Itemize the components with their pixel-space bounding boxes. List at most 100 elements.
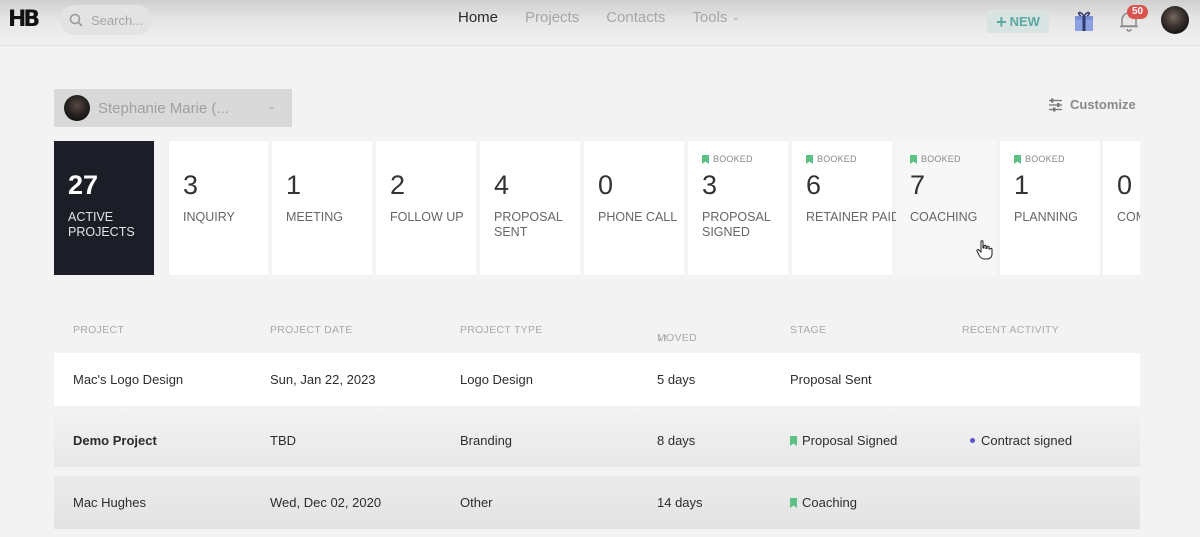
chevron-down-icon: ⌄ [267, 101, 276, 112]
bookmark-icon [790, 497, 797, 508]
stage-card-phone-call[interactable]: 0 PHONE CALL [584, 141, 684, 275]
cell-type: Logo Design [460, 372, 533, 387]
table-row[interactable]: Demo Project TBD Branding 8 days Proposa… [54, 414, 1140, 467]
stage-count: 3 [702, 170, 718, 200]
cell-stage-label: Coaching [802, 495, 857, 510]
cell-moved: 8 days [657, 433, 696, 448]
search-input[interactable] [91, 12, 147, 28]
stage-label: PROPOSAL SENT [494, 210, 563, 239]
stage-count: 1 [286, 170, 302, 200]
stage-label: PLANNING [1014, 210, 1078, 224]
bookmark-icon [1014, 154, 1021, 164]
column-header-stage[interactable]: STAGE [790, 324, 826, 336]
stage-count: 27 [68, 170, 99, 200]
member-avatar [64, 95, 90, 121]
stage-label: PROPOSAL SIGNED [702, 210, 771, 239]
bookmark-icon [910, 154, 917, 164]
booked-label: BOOKED [817, 154, 857, 164]
customize-button[interactable]: Customize [1048, 97, 1136, 112]
stage-card-proposal-sent[interactable]: 4 PROPOSAL SENT [480, 141, 580, 275]
cell-date: Sun, Jan 22, 2023 [270, 372, 376, 387]
nav-tools-label: Tools [692, 9, 728, 26]
booked-tag: BOOKED [806, 154, 857, 164]
top-navigation-bar: HB Home Projects Contacts Tools⌄ + NEW 5… [0, 0, 1200, 46]
cell-type: Other [460, 495, 493, 510]
booked-tag: BOOKED [702, 154, 753, 164]
column-header-recent-activity[interactable]: RECENT ACTIVITY [962, 324, 1059, 336]
cell-stage-label: Proposal Signed [802, 433, 898, 448]
cell-activity-label: Contract signed [981, 433, 1073, 448]
booked-tag: BOOKED [910, 154, 961, 164]
stage-label: MEETING [286, 210, 343, 224]
stage-count: 1 [1014, 170, 1030, 200]
customize-label: Customize [1070, 97, 1136, 112]
cell-stage: Proposal Signed [790, 433, 897, 448]
sort-arrows-icon[interactable]: ↓↑ [657, 332, 668, 344]
cell-project[interactable]: Demo Project [73, 433, 157, 448]
stage-card-meeting[interactable]: 1 MEETING [272, 141, 372, 275]
stage-card-retainer-paid[interactable]: BOOKED 6 RETAINER PAID [792, 141, 900, 275]
stage-label: ACTIVE PROJECTS [68, 210, 135, 239]
cell-project[interactable]: Mac's Logo Design [73, 372, 183, 387]
stage-count: 6 [806, 170, 822, 200]
activity-dot-icon [970, 438, 975, 443]
booked-label: BOOKED [713, 154, 753, 164]
honeybook-logo[interactable]: HB [8, 9, 42, 31]
stage-card-active-projects[interactable]: 27 ACTIVE PROJECTS [54, 141, 154, 275]
chevron-down-icon: ⌄ [731, 12, 740, 23]
bookmark-icon [790, 435, 797, 446]
column-header-project-date[interactable]: PROJECT DATE [270, 324, 353, 336]
nav-projects[interactable]: Projects [525, 9, 579, 26]
nav-projects-label: Projects [525, 9, 580, 26]
hand-cursor-icon [976, 240, 993, 260]
member-selector-value: Stephanie Marie (... [98, 99, 229, 117]
cell-date: Wed, Dec 02, 2020 [270, 495, 382, 510]
stage-label: RETAINER PAID [806, 210, 900, 224]
bookmark-icon [806, 154, 813, 164]
new-button[interactable]: + NEW [987, 10, 1049, 33]
stage-count: 3 [183, 170, 199, 200]
stage-count: 7 [910, 170, 926, 200]
user-avatar[interactable] [1161, 6, 1189, 34]
column-header-project-type[interactable]: PROJECT TYPE [460, 324, 543, 336]
stage-card-partial[interactable]: 0 COM [1103, 141, 1140, 275]
notification-badge: 50 [1127, 5, 1149, 19]
stage-label: FOLLOW UP [390, 210, 464, 224]
cell-stage: Coaching [790, 495, 857, 510]
stage-card-inquiry[interactable]: 3 INQUIRY [169, 141, 268, 275]
stage-count: 2 [390, 170, 406, 200]
team-member-selector[interactable]: Stephanie Marie (... ⌄ [54, 89, 292, 127]
cell-activity: Contract signed [970, 433, 1072, 448]
nav-home[interactable]: Home [458, 9, 498, 26]
gift-icon[interactable] [1073, 10, 1095, 32]
main-nav: Home Projects Contacts Tools ⌄ [458, 9, 767, 26]
search-box[interactable] [60, 5, 152, 35]
table-row[interactable]: Mac's Logo Design Sun, Jan 22, 2023 Logo… [54, 353, 1140, 406]
booked-tag: BOOKED [1014, 154, 1065, 164]
cell-date: TBD [270, 433, 296, 448]
cell-moved: 5 days [657, 372, 696, 387]
column-header-project[interactable]: PROJECT [73, 324, 124, 336]
bookmark-icon [702, 154, 709, 164]
nav-tools[interactable]: Tools ⌄ [692, 9, 739, 26]
search-icon [69, 13, 83, 27]
booked-label: BOOKED [1025, 154, 1065, 164]
nav-contacts-label: Contacts [606, 9, 666, 26]
cell-project[interactable]: Mac Hughes [73, 495, 146, 510]
stage-card-follow-up[interactable]: 2 FOLLOW UP [376, 141, 476, 275]
stage-label: COM [1117, 210, 1140, 224]
stage-label: INQUIRY [183, 210, 235, 224]
stage-count: 4 [494, 170, 510, 200]
sliders-icon [1049, 98, 1062, 111]
new-button-label: NEW [1009, 14, 1040, 29]
stage-card-planning[interactable]: BOOKED 1 PLANNING [1000, 141, 1100, 275]
table-row[interactable]: Mac Hughes Wed, Dec 02, 2020 Other 14 da… [54, 476, 1140, 529]
projects-table-header: PROJECT PROJECT DATE PROJECT TYPE MOVED … [54, 316, 1140, 344]
stage-card-proposal-signed[interactable]: BOOKED 3 PROPOSAL SIGNED [688, 141, 788, 275]
nav-home-label: Home [458, 9, 499, 26]
stage-label: COACHING [910, 210, 978, 224]
stage-count: 0 [1117, 170, 1133, 200]
nav-contacts[interactable]: Contacts [606, 9, 665, 26]
cell-stage: Proposal Sent [790, 372, 872, 387]
booked-label: BOOKED [921, 154, 961, 164]
